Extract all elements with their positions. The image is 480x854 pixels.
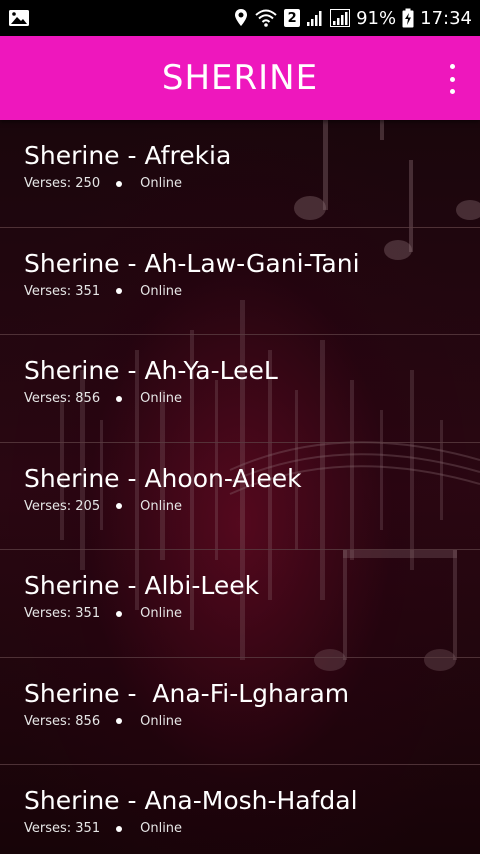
- separator-dot-icon: [116, 503, 123, 509]
- song-status: Online: [140, 391, 183, 406]
- song-meta: Verses: 351 Online: [24, 284, 480, 299]
- location-icon: [234, 8, 248, 28]
- clock: 17:34: [420, 7, 472, 29]
- song-title: Sherine - Ah-Law-Gani-Tani: [24, 248, 360, 278]
- song-list-item[interactable]: Sherine - Ana-Fi-Lgharam Verses: 856 Onl…: [0, 658, 480, 765]
- song-meta: Verses: 856 Online: [24, 714, 480, 729]
- song-verses: Verses: 351: [24, 821, 101, 836]
- song-verses: Verses: 856: [24, 391, 101, 406]
- battery-percent: 91%: [356, 7, 397, 29]
- separator-dot-icon: [116, 288, 123, 294]
- song-list-item[interactable]: Sherine - Ah-Ya-LeeL Verses: 856 Online: [0, 335, 480, 443]
- song-title: Sherine - Ana-Fi-Lgharam: [24, 678, 350, 708]
- wifi-icon: [254, 8, 278, 28]
- song-verses: Verses: 250: [24, 176, 101, 191]
- signal-icon-1: [306, 9, 324, 27]
- song-title: Sherine - Ana-Mosh-Hafdal: [24, 786, 358, 815]
- song-list-item[interactable]: Sherine - Albi-Leek Verses: 351 Online: [0, 550, 480, 658]
- song-title: Sherine - Afrekia: [24, 141, 232, 170]
- song-meta: Verses: 205 Online: [24, 499, 480, 514]
- song-list-item[interactable]: Sherine - Afrekia Verses: 250 Online: [0, 120, 480, 228]
- app-title: SHERINE: [161, 58, 319, 98]
- song-meta: Verses: 250 Online: [24, 176, 480, 191]
- sim-badge-number: 2: [287, 10, 297, 26]
- battery-charging-icon: [402, 8, 414, 28]
- overflow-menu-button[interactable]: [442, 64, 462, 94]
- overflow-dot: [449, 76, 455, 82]
- song-meta: Verses: 351 Online: [24, 606, 480, 621]
- song-status: Online: [140, 176, 183, 191]
- separator-dot-icon: [116, 395, 123, 402]
- song-meta: Verses: 856 Online: [24, 391, 480, 406]
- song-status: Online: [140, 606, 183, 621]
- song-list: Sherine - Afrekia Verses: 250 Online She…: [0, 120, 480, 854]
- song-list-item[interactable]: Sherine - Ah-Law-Gani-Tani Verses: 351 O…: [0, 228, 480, 335]
- overflow-dot: [449, 89, 455, 94]
- signal-icon-2: [330, 9, 351, 27]
- song-title: Sherine - Ah-Ya-LeeL: [24, 356, 278, 385]
- song-title: Sherine - Ahoon-Aleek: [24, 463, 302, 493]
- song-list-item[interactable]: Sherine - Ana-Mosh-Hafdal Verses: 351 On…: [0, 765, 480, 854]
- status-bar-right: 2 91% 17:34: [234, 8, 472, 29]
- overflow-dot: [449, 64, 455, 69]
- image-notification-icon: [8, 9, 30, 27]
- separator-dot-icon: [116, 180, 123, 187]
- song-status: Online: [140, 713, 183, 729]
- separator-dot-icon: [116, 825, 123, 832]
- song-verses: Verses: 856: [24, 713, 101, 729]
- song-verses: Verses: 351: [24, 606, 101, 621]
- separator-dot-icon: [116, 718, 123, 724]
- song-status: Online: [140, 821, 183, 836]
- song-title: Sherine - Albi-Leek: [24, 571, 260, 600]
- song-meta: Verses: 351 Online: [24, 821, 480, 836]
- status-bar: 2 91% 17:34: [0, 0, 480, 36]
- song-verses: Verses: 351: [24, 283, 101, 299]
- song-status: Online: [140, 283, 183, 299]
- separator-dot-icon: [116, 610, 123, 617]
- song-verses: Verses: 205: [24, 498, 101, 514]
- song-status: Online: [140, 498, 183, 514]
- song-list-item[interactable]: Sherine - Ahoon-Aleek Verses: 205 Online: [0, 443, 480, 550]
- sim-badge-icon: 2: [284, 9, 301, 27]
- status-bar-left: [8, 9, 30, 27]
- song-list-container[interactable]: Sherine - Afrekia Verses: 250 Online She…: [0, 120, 480, 854]
- app-bar: SHERINE: [0, 36, 480, 120]
